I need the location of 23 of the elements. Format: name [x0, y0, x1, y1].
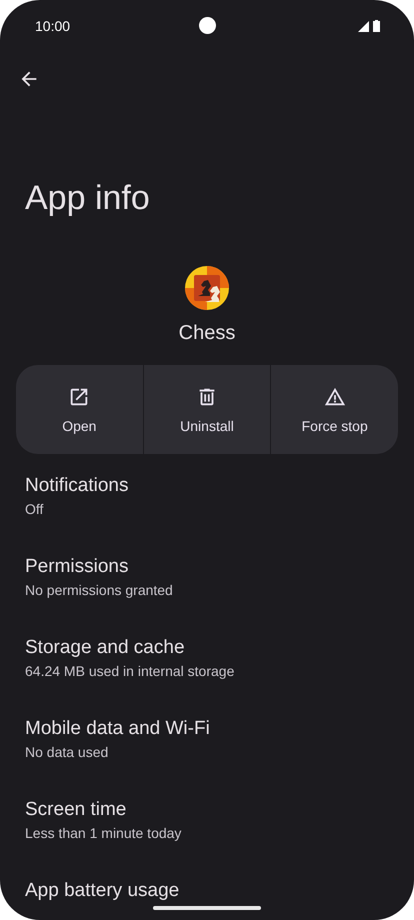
setting-summary: Less than 1 minute today [25, 824, 182, 843]
battery-icon [373, 20, 380, 32]
setting-title[interactable]: Permissions [25, 554, 389, 580]
navigation-handle[interactable] [153, 906, 261, 910]
setting-title[interactable]: Screen time [25, 797, 389, 823]
page-title: App info [25, 178, 151, 218]
setting-summary: 64.24 MB used in internal storage [25, 662, 236, 681]
action-button[interactable]: Uninstall [144, 365, 270, 454]
signal-icon [358, 20, 369, 32]
setting-title[interactable]: Mobile data and Wi-Fi [25, 716, 389, 742]
setting-title[interactable]: Notifications [25, 473, 389, 499]
camera-cutout [199, 17, 216, 34]
setting-summary: Off [25, 500, 44, 519]
action-button[interactable]: Open [16, 365, 143, 454]
warning-icon [324, 386, 346, 408]
setting-title[interactable]: App battery usage [25, 878, 389, 904]
status-time: 10:00 [35, 18, 70, 34]
setting-summary: No data used [25, 743, 110, 762]
action-button[interactable]: Force stop [271, 365, 398, 454]
chess-app-icon [185, 266, 229, 310]
app-name: Chess [178, 322, 236, 345]
setting-summary: No permissions granted [25, 581, 174, 600]
setting-title[interactable]: Storage and cache [25, 635, 389, 661]
